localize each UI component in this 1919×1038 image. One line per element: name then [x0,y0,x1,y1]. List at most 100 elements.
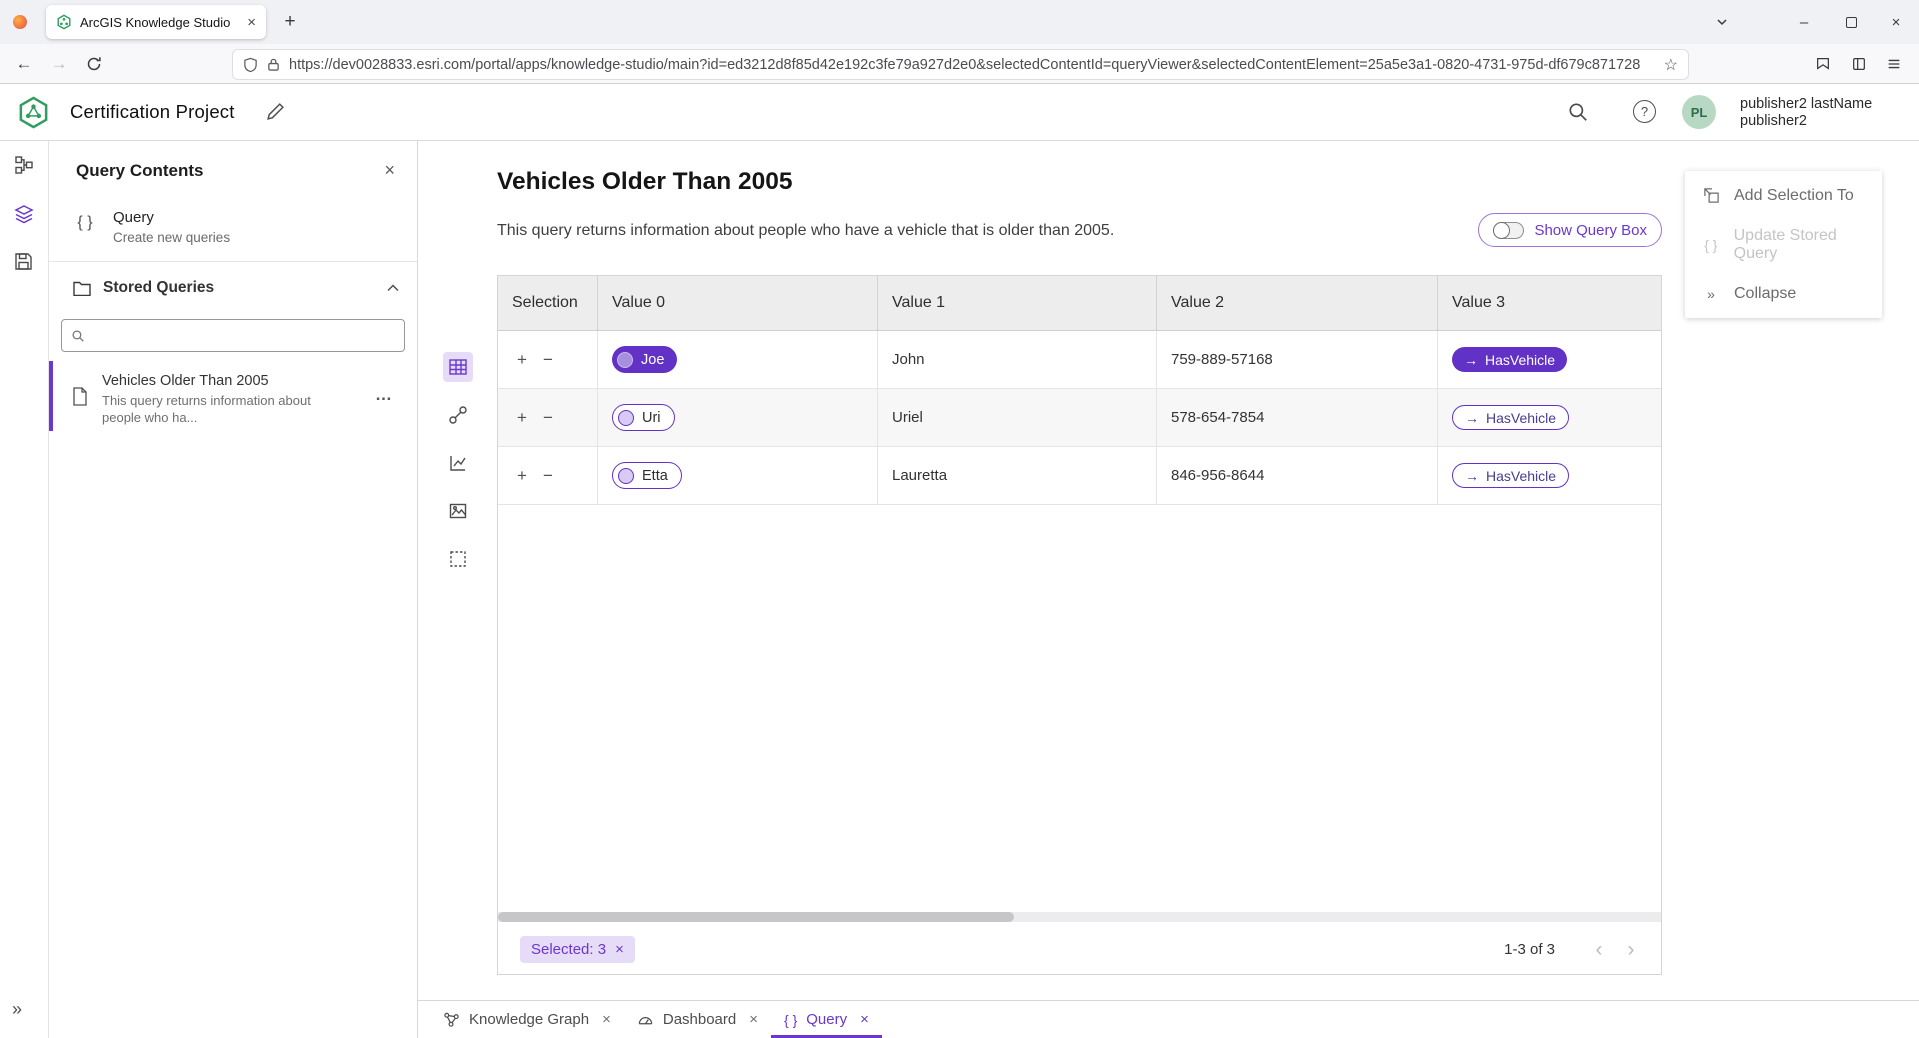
menu-item-add-selection-to[interactable]: Add Selection To [1685,171,1882,220]
table-row[interactable]: + − Uri Uriel 578-654-7854 → HasVehicle [498,389,1661,447]
menu-item-collapse[interactable]: » Collapse [1685,269,1882,318]
stored-query-list-item[interactable]: Vehicles Older Than 2005 This query retu… [49,361,417,431]
close-tab-icon[interactable]: × [602,1011,611,1028]
help-icon[interactable]: ? [1633,100,1656,123]
search-icon [71,329,85,343]
scrollbar-thumb[interactable] [498,912,1014,922]
relationship-pill[interactable]: → HasVehicle [1452,463,1569,488]
cell-value1[interactable]: Lauretta [878,447,1157,504]
stored-query-description: This query returns information about peo… [102,393,330,426]
user-info[interactable]: publisher2 lastName publisher2 [1740,96,1872,130]
close-tab-icon[interactable]: × [749,1011,758,1028]
remove-from-selection-button[interactable]: − [543,409,553,426]
browser-tab[interactable]: ArcGIS Knowledge Studio × [46,5,266,39]
entity-pill[interactable]: Joe [612,346,677,373]
selection-tools-button[interactable] [443,544,473,574]
braces-icon: { } [1701,237,1721,253]
chart-button[interactable] [443,448,473,478]
tab-close-icon[interactable]: × [247,15,256,30]
contents-layers-icon[interactable] [14,204,34,224]
new-query-item[interactable]: { } Query Create new queries [73,209,230,245]
back-button[interactable]: ← [8,48,40,80]
table-row[interactable]: + − Etta Lauretta 846-956-8644 → HasVehi… [498,447,1661,505]
braces-icon: { } [784,1012,797,1028]
show-query-box-toggle[interactable]: Show Query Box [1478,213,1662,247]
column-header-value1[interactable]: Value 1 [878,276,1157,330]
selected-count-badge[interactable]: Selected: 3 × [520,936,635,963]
previous-page-icon[interactable]: ‹ [1583,939,1615,960]
avatar[interactable]: PL [1682,95,1716,129]
tab-favicon-icon [56,14,72,30]
search-input[interactable] [93,328,395,344]
folder-icon [73,281,91,296]
table-footer: Selected: 3 × 1-3 of 3 ‹ › [498,924,1661,974]
close-tab-icon[interactable]: × [860,1011,869,1028]
refresh-button[interactable] [78,48,110,80]
expand-rail-icon[interactable]: » [12,999,22,1020]
stored-queries-header[interactable]: Stored Queries [73,279,399,297]
cell-value1[interactable]: Uriel [878,389,1157,446]
next-page-icon[interactable]: › [1615,939,1647,960]
relationship-arrow-icon: → [1465,410,1479,426]
stored-queries-search[interactable] [61,319,405,352]
extensions-icon[interactable] [1843,48,1875,80]
cell-value2[interactable]: 759-889-57168 [1157,331,1438,388]
remove-from-selection-button[interactable]: − [543,351,553,368]
toggle-switch[interactable] [1493,222,1524,239]
tab-knowledge-graph[interactable]: Knowledge Graph × [430,1001,624,1038]
panel-close-icon[interactable]: × [384,160,395,181]
relationship-pill[interactable]: → HasVehicle [1452,347,1567,372]
table-view-button[interactable] [443,352,473,382]
window-maximize-button[interactable] [1831,0,1871,44]
stored-queries-title: Stored Queries [103,279,214,297]
results-table: Selection Value 0 Value 1 Value 2 Value … [497,275,1662,975]
chevron-up-icon[interactable] [387,284,399,292]
new-tab-button[interactable]: + [276,8,304,36]
table-row[interactable]: + − Joe John 759-889-57168 → HasVehicle [498,331,1661,389]
app-header: Certification Project ? PL publisher2 la… [0,84,1919,141]
column-header-selection[interactable]: Selection [498,276,598,330]
search-icon[interactable] [1567,101,1589,123]
menu-icon[interactable] [1878,48,1910,80]
data-model-icon[interactable] [14,155,34,175]
entity-pill[interactable]: Uri [612,404,675,431]
cell-value2[interactable]: 578-654-7854 [1157,389,1438,446]
entity-pill[interactable]: Etta [612,462,682,489]
braces-icon: { } [73,209,97,245]
firefox-view-icon[interactable] [13,15,27,29]
remove-from-selection-button[interactable]: − [543,467,553,484]
url-text[interactable]: https://dev0028833.esri.com/portal/apps/… [289,57,1655,73]
forward-button[interactable]: → [43,48,75,80]
shield-icon[interactable] [243,57,258,73]
add-to-selection-button[interactable]: + [517,467,527,484]
list-tabs-icon[interactable] [1702,0,1742,44]
tab-dashboard[interactable]: Dashboard × [624,1001,771,1038]
column-header-value0[interactable]: Value 0 [598,276,878,330]
horizontal-scrollbar[interactable] [498,912,1661,922]
column-header-value3[interactable]: Value 3 [1438,276,1661,330]
save-icon[interactable] [14,252,33,271]
menu-item-update-stored-query[interactable]: { } Update Stored Query [1685,220,1882,269]
window-close-button[interactable]: × [1876,0,1916,44]
clear-selection-icon[interactable]: × [615,941,624,958]
project-title: Certification Project [70,101,235,123]
map-view-button[interactable] [443,496,473,526]
tab-query[interactable]: { } Query × [771,1001,882,1038]
new-query-label: Query [113,209,230,226]
lock-icon[interactable] [267,57,280,72]
item-overflow-menu-icon[interactable]: … [375,385,393,405]
cell-value2[interactable]: 846-956-8644 [1157,447,1438,504]
column-header-value2[interactable]: Value 2 [1157,276,1438,330]
url-bar[interactable]: https://dev0028833.esri.com/portal/apps/… [233,50,1688,79]
link-chart-button[interactable] [443,400,473,430]
pocket-icon[interactable] [1807,48,1839,80]
window-minimize-button[interactable]: – [1784,0,1824,44]
add-to-selection-button[interactable]: + [517,351,527,368]
edit-title-icon[interactable] [266,102,285,121]
cell-value1[interactable]: John [878,331,1157,388]
add-to-selection-button[interactable]: + [517,409,527,426]
relationship-pill[interactable]: → HasVehicle [1452,405,1569,430]
arcgis-knowledge-logo [16,95,51,130]
bookmark-star-icon[interactable]: ☆ [1664,55,1678,75]
tab-title: ArcGIS Knowledge Studio [80,15,239,30]
